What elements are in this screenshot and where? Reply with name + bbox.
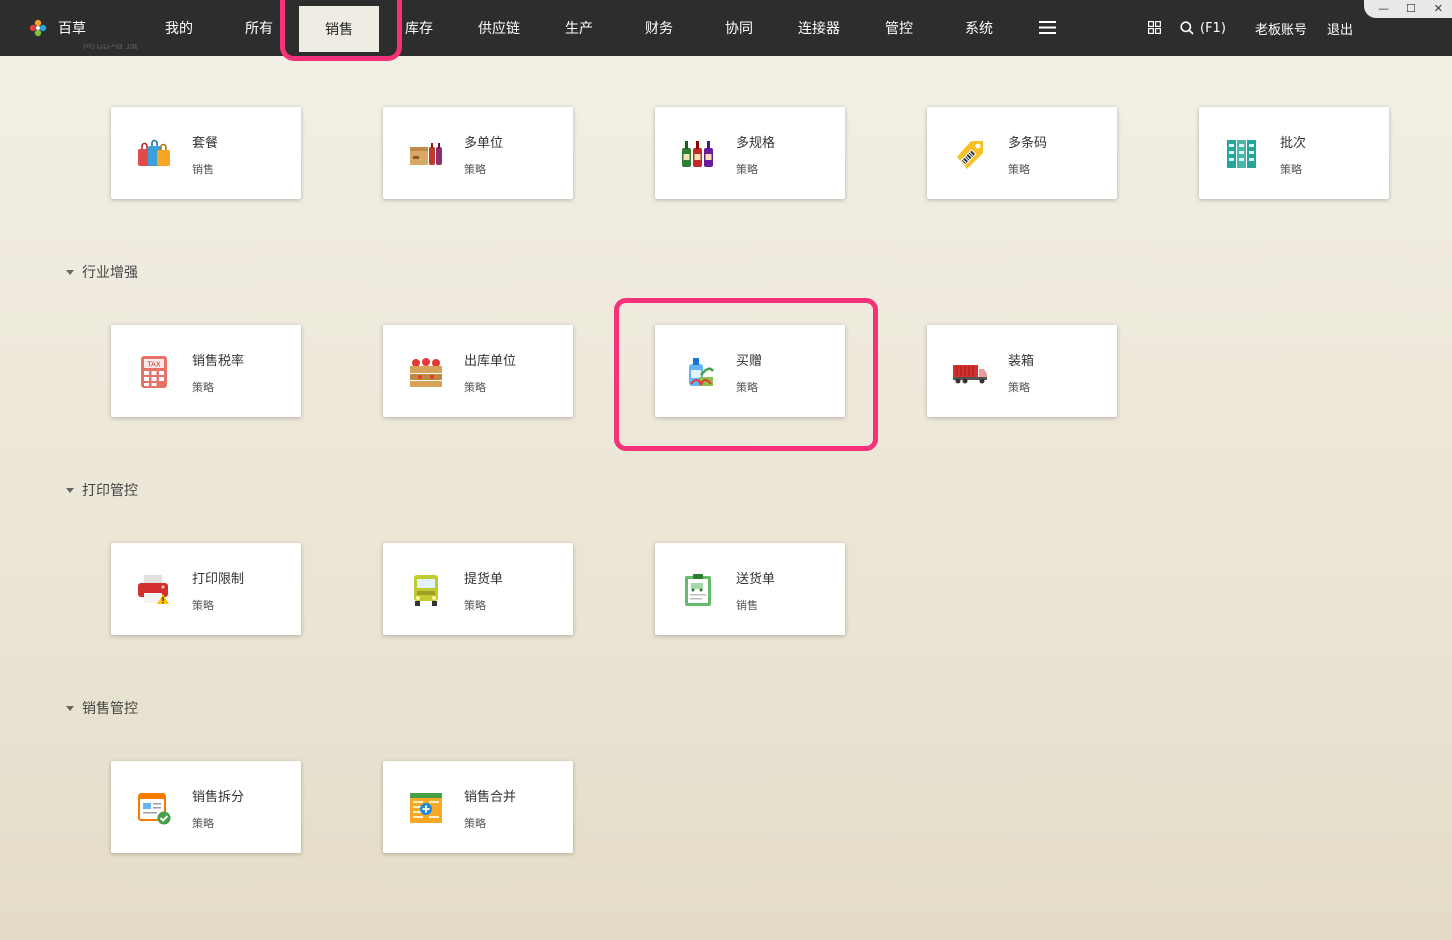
card-outbound-unit[interactable]: 出库单位 策略 bbox=[383, 325, 573, 417]
card-title: 套餐 bbox=[192, 136, 219, 151]
section-title-label: 打印管控 bbox=[82, 483, 138, 499]
delivery-clipboard-icon bbox=[685, 574, 711, 606]
card-pickup-order[interactable]: 提货单 策略 bbox=[383, 543, 573, 635]
logout-link[interactable]: 退出 bbox=[1327, 18, 1353, 38]
card-subtitle: 策略 bbox=[464, 381, 486, 394]
card-title: 装箱 bbox=[1008, 354, 1035, 369]
card-sales-split[interactable]: 销售拆分 策略 bbox=[111, 761, 301, 853]
card-subtitle: 策略 bbox=[464, 817, 486, 830]
card-combo[interactable]: 套餐 销售 bbox=[111, 107, 301, 199]
grid-apps-icon[interactable] bbox=[1148, 21, 1161, 34]
section-title-label: 行业增强 bbox=[82, 265, 138, 281]
section-title-product[interactable]: 商品增强 bbox=[82, 44, 138, 62]
card-sales-tax[interactable]: TAX 销售税率 策略 bbox=[111, 325, 301, 417]
card-title: 出库单位 bbox=[464, 354, 517, 369]
card-subtitle: 策略 bbox=[464, 599, 486, 612]
section-title-label: 销售管控 bbox=[82, 701, 138, 717]
tab-connector[interactable]: 连接器 bbox=[779, 0, 859, 56]
card-sales-merge[interactable]: 销售合并 策略 bbox=[383, 761, 573, 853]
tab-finance[interactable]: 财务 bbox=[619, 0, 699, 56]
card-title: 多条码 bbox=[1008, 136, 1048, 151]
card-packing[interactable]: 装箱 策略 bbox=[927, 325, 1117, 417]
collapse-caret-icon bbox=[66, 705, 74, 711]
tab-supply-chain[interactable]: 供应链 bbox=[459, 0, 539, 56]
merge-sheet-icon bbox=[410, 793, 442, 823]
card-title: 销售合并 bbox=[464, 790, 517, 805]
card-subtitle: 销售 bbox=[736, 599, 758, 612]
truck-front-icon bbox=[414, 575, 438, 606]
tab-mine[interactable]: 我的 bbox=[139, 0, 219, 56]
minimize-button[interactable]: — bbox=[1375, 0, 1393, 18]
window-controls: — ☐ ✕ bbox=[1364, 0, 1452, 18]
section-title-label: 商品增强 bbox=[82, 44, 138, 52]
close-button[interactable]: ✕ bbox=[1429, 0, 1447, 18]
card-title: 打印限制 bbox=[192, 572, 245, 587]
box-bottles-icon bbox=[410, 143, 442, 165]
barcode-tag-icon bbox=[957, 141, 983, 169]
search-button[interactable]: (F1) bbox=[1180, 18, 1226, 38]
tab-inventory[interactable]: 库存 bbox=[379, 0, 459, 56]
section-title-sales-control[interactable]: 销售管控 bbox=[64, 698, 138, 718]
printer-warning-icon bbox=[138, 575, 169, 604]
card-subtitle: 策略 bbox=[192, 599, 214, 612]
card-delivery-note[interactable]: 送货单 销售 bbox=[655, 543, 845, 635]
search-icon bbox=[1180, 21, 1194, 35]
collapse-caret-icon bbox=[66, 269, 74, 275]
tab-production[interactable]: 生产 bbox=[539, 0, 619, 56]
card-title: 销售税率 bbox=[192, 354, 245, 369]
card-multi-barcode[interactable]: 多条码 策略 bbox=[927, 107, 1117, 199]
tab-sales[interactable]: 销售 bbox=[299, 6, 379, 52]
container-truck-icon bbox=[953, 365, 987, 384]
maximize-button[interactable]: ☐ bbox=[1402, 0, 1420, 18]
card-title: 批次 bbox=[1280, 136, 1307, 151]
card-title: 多规格 bbox=[736, 136, 776, 151]
section-title-print[interactable]: 打印管控 bbox=[64, 480, 138, 500]
card-buy-gift[interactable]: 买赠 策略 bbox=[655, 325, 845, 417]
card-subtitle: 策略 bbox=[736, 163, 758, 176]
tab-collaboration[interactable]: 协同 bbox=[699, 0, 779, 56]
app-name: 百草 bbox=[58, 21, 86, 37]
tab-control[interactable]: 管控 bbox=[859, 0, 939, 56]
card-multi-unit[interactable]: 多单位 策略 bbox=[383, 107, 573, 199]
svg-text:TAX: TAX bbox=[146, 361, 161, 369]
wine-bottles-icon bbox=[682, 141, 713, 167]
card-print-limit[interactable]: 打印限制 策略 bbox=[111, 543, 301, 635]
account-link[interactable]: 老板账号 bbox=[1255, 18, 1307, 38]
hamburger-menu-icon[interactable] bbox=[1039, 19, 1056, 36]
search-shortcut-label: (F1) bbox=[1200, 20, 1226, 36]
card-title: 销售拆分 bbox=[192, 790, 245, 805]
card-subtitle: 策略 bbox=[1008, 163, 1030, 176]
card-multi-spec[interactable]: 多规格 策略 bbox=[655, 107, 845, 199]
app-logo-icon bbox=[29, 19, 47, 37]
card-title: 提货单 bbox=[464, 572, 504, 587]
app-brand[interactable]: 百草 bbox=[28, 16, 86, 40]
card-subtitle: 策略 bbox=[736, 381, 758, 394]
shopping-bags-icon bbox=[138, 139, 170, 166]
card-batch[interactable]: 批次 策略 bbox=[1199, 107, 1389, 199]
card-title: 多单位 bbox=[464, 136, 504, 151]
collapse-caret-icon bbox=[66, 487, 74, 493]
card-subtitle: 策略 bbox=[192, 817, 214, 830]
section-title-industry[interactable]: 行业增强 bbox=[64, 262, 138, 282]
card-subtitle: 策略 bbox=[192, 381, 214, 394]
card-title: 买赠 bbox=[736, 354, 763, 369]
card-title: 送货单 bbox=[736, 572, 776, 587]
binders-icon bbox=[1227, 140, 1256, 168]
gift-bottle-icon bbox=[689, 358, 715, 387]
card-subtitle: 销售 bbox=[192, 163, 214, 176]
card-subtitle: 策略 bbox=[1280, 163, 1302, 176]
top-nav-bar: 百草 我的 所有 销售 库存 供应链 生产 财务 协同 连接器 管控 系统 (F… bbox=[0, 0, 1452, 56]
card-subtitle: 策略 bbox=[464, 163, 486, 176]
tab-system[interactable]: 系统 bbox=[939, 0, 1019, 56]
tab-all[interactable]: 所有 bbox=[219, 0, 299, 56]
card-subtitle: 策略 bbox=[1008, 381, 1030, 394]
tax-calculator-icon: TAX bbox=[141, 356, 167, 388]
apple-crate-icon bbox=[410, 358, 442, 387]
document-check-icon bbox=[138, 793, 171, 825]
